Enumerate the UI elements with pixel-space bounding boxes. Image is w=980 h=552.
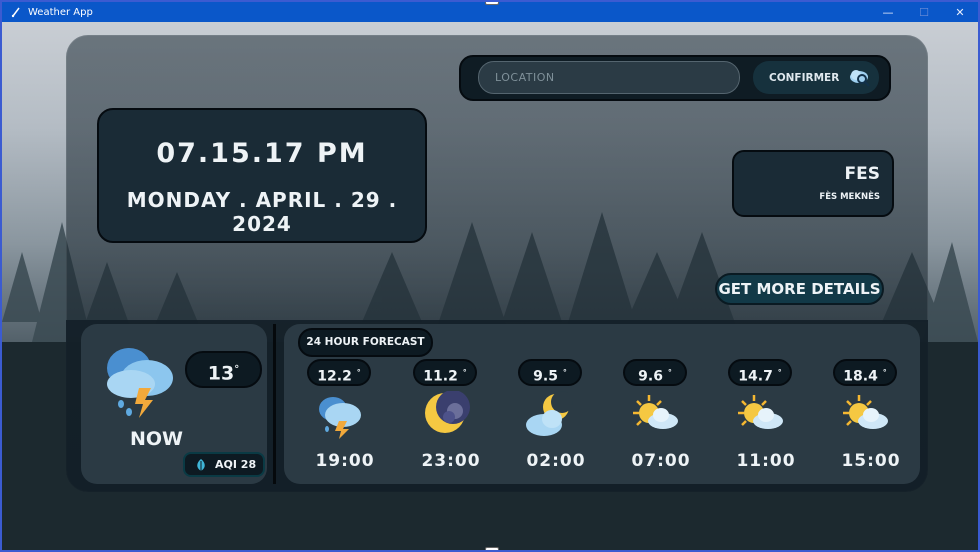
forecast-item: 11.2 ° 23:00 xyxy=(413,359,503,479)
forecast-temp: 14.7 ° xyxy=(728,359,792,386)
clock-date: MONDAY . APRIL . 29 . 2024 xyxy=(126,188,398,236)
current-temp-degree: ° xyxy=(234,364,240,375)
forecast-temp-value: 9.5 xyxy=(533,368,558,385)
forecast-item: 14.7 ° 11:00 xyxy=(728,359,818,479)
moon-cloud-icon xyxy=(425,391,470,433)
forecast-temp-value: 11.2 xyxy=(423,368,458,385)
forecast-temp-value: 9.6 xyxy=(638,368,663,385)
location-input[interactable]: LOCATION xyxy=(478,61,740,94)
forecast-temp-degree: ° xyxy=(882,368,887,377)
app-icon xyxy=(11,7,20,18)
sun-cloud-icon xyxy=(738,395,783,429)
forecast-item: 9.6 ° 07:00 xyxy=(623,359,713,479)
forecast-time: 23:00 xyxy=(421,451,481,471)
minimize-button[interactable]: — xyxy=(870,2,906,22)
storm-cloud-icon xyxy=(107,348,173,418)
forecast-item: 12.2 ° 19:00 xyxy=(307,359,397,479)
forecast-time: 07:00 xyxy=(631,451,691,471)
resize-handle-bottom[interactable] xyxy=(485,547,499,550)
close-button[interactable]: ✕ xyxy=(942,2,978,22)
forecast-temp: 18.4 ° xyxy=(833,359,897,386)
section-divider xyxy=(273,324,276,484)
current-temperature: 13° xyxy=(185,351,262,388)
storm-icon xyxy=(319,397,361,439)
forecast-temp-degree: ° xyxy=(667,368,672,377)
sun-cloud-icon xyxy=(843,395,888,429)
weather-app-window: Weather App — ☐ ✕ LOCATION CONFIRMER 07.… xyxy=(0,0,980,552)
cloud-search-icon xyxy=(850,69,871,87)
current-temp-value: 13 xyxy=(207,362,235,385)
sun-cloud-icon xyxy=(633,395,678,429)
forecast-title: 24 HOUR FORECAST xyxy=(298,328,433,357)
datetime-card: 07.15.17 PM MONDAY . APRIL . 29 . 2024 xyxy=(97,108,427,243)
resize-handle-top[interactable] xyxy=(485,2,499,5)
forecast-temp: 9.6 ° xyxy=(623,359,687,386)
city-region: FÈS MEKNÈS xyxy=(819,192,880,202)
moon-cloud-icon xyxy=(526,391,573,436)
forecast-temp-value: 18.4 xyxy=(843,368,878,385)
maximize-button[interactable]: ☐ xyxy=(906,2,942,22)
forecast-temp-value: 12.2 xyxy=(317,368,352,385)
now-label: NOW xyxy=(130,428,184,450)
forecast-temp: 11.2 ° xyxy=(413,359,477,386)
forecast-temp-degree: ° xyxy=(562,368,567,377)
confirm-button[interactable]: CONFIRMER xyxy=(753,61,879,94)
forecast-time: 11:00 xyxy=(736,451,796,471)
forecast-time: 02:00 xyxy=(526,451,586,471)
forecast-temp-degree: ° xyxy=(777,368,782,377)
confirm-label: CONFIRMER xyxy=(769,71,840,84)
forecast-time: 19:00 xyxy=(315,451,375,471)
forecast-temp-value: 14.7 xyxy=(738,368,773,385)
city-name: FES xyxy=(844,164,880,184)
forecast-item: 9.5 ° 02:00 xyxy=(518,359,608,479)
forecast-temp: 12.2 ° xyxy=(307,359,371,386)
titlebar: Weather App — ☐ ✕ xyxy=(2,2,978,22)
forecast-temp: 9.5 ° xyxy=(518,359,582,386)
aqi-value: AQI 28 xyxy=(215,458,257,471)
forecast-temp-degree: ° xyxy=(356,368,361,377)
leaf-icon xyxy=(197,458,205,471)
get-more-details-button[interactable]: GET MORE DETAILS xyxy=(715,273,884,305)
clock-time: 07.15.17 PM xyxy=(156,138,368,169)
city-card: FES FÈS MEKNÈS xyxy=(732,150,894,217)
window-title: Weather App xyxy=(28,6,93,18)
aqi-badge: AQI 28 xyxy=(183,452,265,477)
forecast-item: 18.4 ° 15:00 xyxy=(833,359,923,479)
forecast-temp-degree: ° xyxy=(462,368,467,377)
forecast-time: 15:00 xyxy=(841,451,901,471)
